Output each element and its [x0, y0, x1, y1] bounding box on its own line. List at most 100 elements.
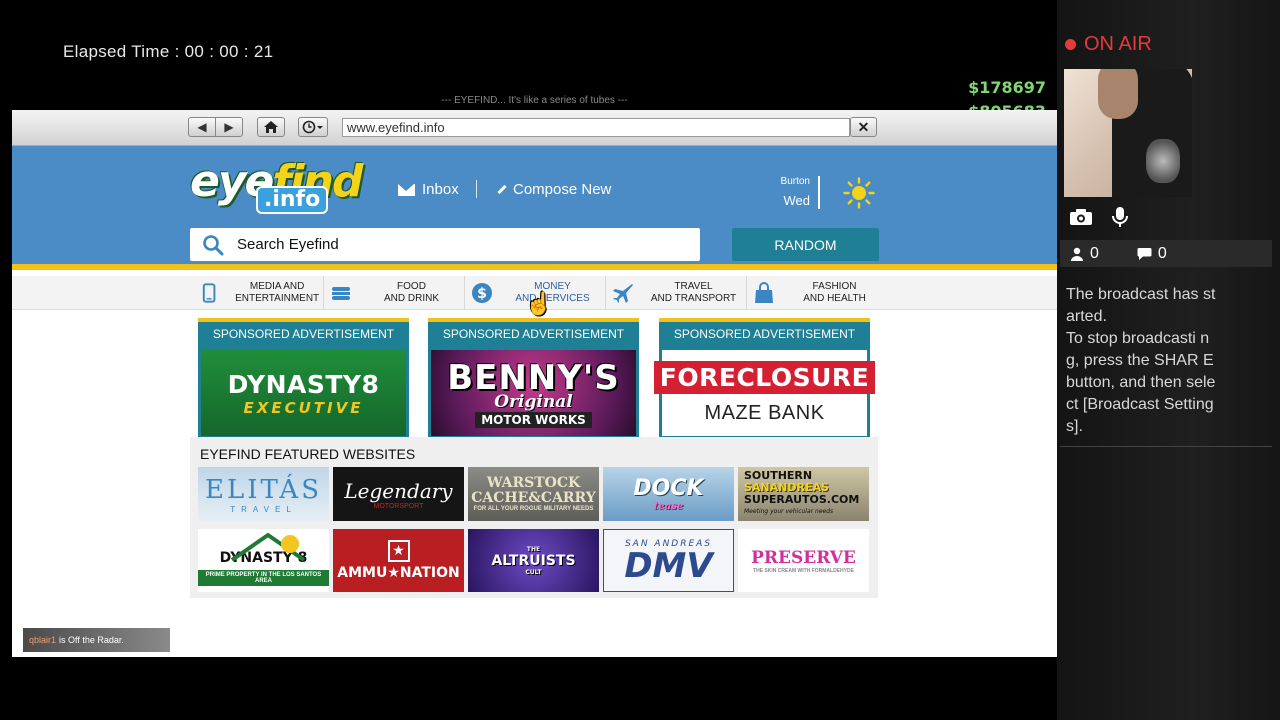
category-food-line1: FOOD — [397, 281, 426, 292]
game-screen: Elapsed Time : 00 : 00 : 21 $178697 $805… — [0, 0, 1280, 720]
clock-icon — [302, 120, 323, 134]
pencil-icon — [497, 184, 507, 195]
radar-notification: qblair1 is Off the Radar. — [23, 628, 170, 652]
site-ammunation[interactable]: ★ AMMU★NATION — [333, 529, 464, 592]
bag-icon — [755, 282, 773, 303]
category-money-line1: MONEY — [534, 281, 571, 292]
site-warstock[interactable]: WARSTOCK CACHE&CARRY FOR ALL YOUR ROGUE … — [468, 467, 599, 521]
browser-tagline: --- EYEFIND... It's like a series of tub… — [441, 95, 628, 106]
category-fashion[interactable]: FASHION AND HEALTH — [746, 276, 886, 310]
ad-dynasty8[interactable]: SPONSORED ADVERTISEMENT DYNASTY8 EXECUTI… — [198, 318, 409, 437]
ad-subtitle: EXECUTIVE — [243, 398, 364, 417]
ad-title: DYNASTY8 — [227, 369, 380, 399]
browser-window: ◀ ▶ www.eyefind.info ✕ eyefind .info Inb… — [12, 110, 1057, 657]
ad-heading: SPONSORED ADVERTISEMENT — [212, 327, 395, 341]
site-sub: Meeting your vehicular needs — [744, 508, 834, 515]
phone-icon — [202, 283, 216, 303]
eyefind-logo[interactable]: eyefind .info — [190, 156, 363, 220]
random-button[interactable]: RANDOM — [732, 228, 879, 261]
ad-heading: SPONSORED ADVERTISEMENT — [673, 327, 856, 341]
site-sub: THE SKIN CREAM WITH FORMALDEHYDE — [753, 567, 854, 574]
search-box[interactable]: Search Eyefind — [190, 228, 700, 261]
browser-toolbar: ◀ ▶ www.eyefind.info ✕ — [12, 110, 1057, 146]
site-name-line1: WARSTOCK — [486, 474, 581, 491]
site-name: DOCK — [633, 476, 704, 501]
site-pre: THE — [526, 545, 541, 553]
sponsored-ads: SPONSORED ADVERTISEMENT DYNASTY8 EXECUTI… — [198, 318, 876, 438]
category-fashion-line1: FASHION — [812, 281, 857, 292]
site-name: ALTRUISTS — [491, 552, 576, 569]
header-divider — [476, 180, 477, 198]
category-food[interactable]: FOOD AND DRINK — [323, 276, 464, 310]
ad-bennys[interactable]: SPONSORED ADVERTISEMENT BENNY'S Original… — [428, 318, 639, 437]
logo-info-text: .info — [256, 186, 329, 214]
broadcast-panel: ON AIR 0 0 The broadcast has started. To… — [1057, 0, 1280, 720]
ad-tagline: Original — [494, 392, 573, 412]
weather-divider — [818, 176, 820, 209]
viewer-count-value: 0 — [1090, 244, 1099, 262]
back-button[interactable]: ◀ — [188, 117, 216, 137]
site-name: AMMU★NATION — [337, 565, 460, 581]
house-icon — [230, 532, 306, 562]
site-elitas[interactable]: ELITÁS TRAVEL — [198, 467, 329, 521]
ad-heading: SPONSORED ADVERTISEMENT — [442, 327, 625, 341]
ad-subtitle: MAZE BANK — [704, 402, 825, 424]
site-preserve[interactable]: PRESERVE THE SKIN CREAM WITH FORMALDEHYD… — [738, 529, 869, 592]
compose-label: Compose New — [513, 181, 612, 198]
sun-icon — [843, 177, 875, 209]
site-sub: CULT — [525, 568, 542, 576]
site-name: DMV — [624, 545, 713, 586]
comment-count-value: 0 — [1157, 244, 1167, 262]
category-travel[interactable]: TRAVEL AND TRANSPORT — [605, 276, 746, 310]
category-travel-line2: AND TRANSPORT — [650, 293, 737, 304]
inbox-link[interactable]: Inbox — [398, 181, 459, 198]
address-bar[interactable]: www.eyefind.info — [342, 118, 850, 137]
category-travel-line1: TRAVEL — [674, 281, 713, 292]
food-icon — [332, 287, 350, 300]
site-southern-sa-superautos[interactable]: SOUTHERN SANANDREAS SUPERAUTOS.COM Meeti… — [738, 467, 869, 521]
microphone-icon[interactable] — [1111, 206, 1129, 228]
search-input[interactable]: Search Eyefind — [237, 236, 339, 253]
broadcast-stats: 0 0 — [1060, 240, 1272, 267]
site-dynasty8[interactable]: DYNASTY 8 PRIME PROPERTY IN THE LOS SANT… — [198, 529, 329, 592]
ad-foreclosure[interactable]: SPONSORED ADVERTISEMENT FORECLOSURE MAZE… — [653, 318, 876, 437]
site-altruists[interactable]: THE ALTRUISTS CULT — [468, 529, 599, 592]
forward-button[interactable]: ▶ — [215, 117, 243, 137]
featured-websites: EYEFIND FEATURED WEBSITES ELITÁS TRAVEL … — [190, 437, 878, 598]
hand-cursor-icon: ☝ — [525, 291, 553, 316]
category-media-line1: MEDIA AND — [249, 281, 305, 292]
site-name: ELITÁS — [204, 474, 323, 505]
close-icon: ✕ — [857, 118, 870, 135]
site-sub: TRAVEL — [230, 504, 297, 514]
camera-feed — [1064, 69, 1192, 197]
person-icon — [1071, 247, 1083, 261]
radar-player: qblair1 — [29, 635, 57, 645]
ad-title: FORECLOSURE — [653, 361, 876, 394]
eyefind-header: eyefind .info Inbox Compose New Burton W… — [12, 146, 1057, 270]
weather-location: Burton — [780, 176, 810, 187]
weather-day: Wed — [783, 193, 811, 208]
category-food-line2: AND DRINK — [383, 293, 439, 304]
close-button[interactable]: ✕ — [850, 117, 877, 137]
camera-controls — [1069, 206, 1129, 228]
home-button[interactable] — [257, 117, 285, 137]
envelope-icon — [398, 183, 415, 196]
site-sub: MOTORSPORT — [373, 502, 424, 510]
home-icon — [264, 121, 278, 133]
compose-link[interactable]: Compose New — [497, 181, 611, 198]
site-dock-tease[interactable]: DOCK tease — [603, 467, 734, 521]
comment-count: 0 — [1137, 245, 1167, 263]
viewer-count: 0 — [1070, 245, 1099, 263]
site-dmv[interactable]: SAN ANDREAS DMV — [603, 529, 734, 592]
on-air-indicator: ON AIR — [1065, 33, 1152, 56]
history-button[interactable] — [298, 117, 328, 137]
camera-icon[interactable] — [1069, 208, 1093, 226]
broadcast-message: The broadcast has started. To stop broad… — [1066, 286, 1216, 435]
arrow-left-icon: ◀ — [197, 120, 207, 134]
live-dot-icon — [1065, 39, 1076, 50]
category-media[interactable]: MEDIA AND ENTERTAINMENT — [192, 276, 323, 310]
site-name-line2: CACHE&CARRY — [471, 489, 596, 506]
dollar-icon: $ — [472, 283, 492, 303]
on-air-label: ON AIR — [1084, 33, 1152, 55]
site-legendary[interactable]: Legendary MOTORSPORT — [333, 467, 464, 521]
